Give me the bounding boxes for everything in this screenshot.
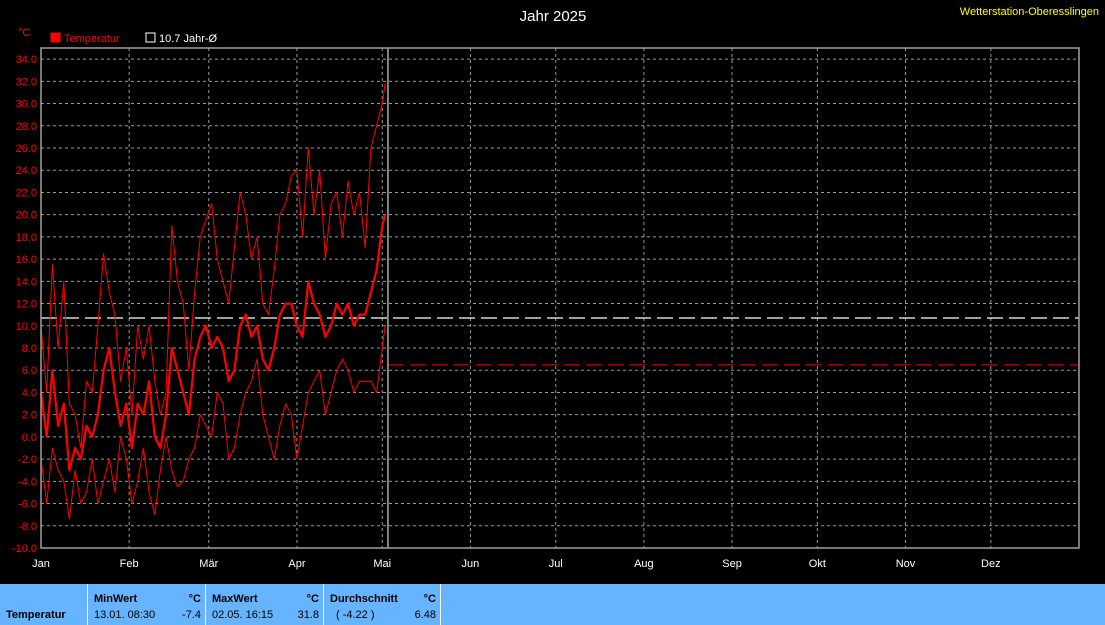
x-tick-label: Mai [373, 558, 391, 570]
x-tick-label: Mär [199, 558, 218, 570]
legend: Temperatur 10.7 Jahr-Ø [50, 32, 218, 45]
series-line-max [40, 83, 386, 449]
stats-row-label-cell: Temperatur [0, 584, 88, 625]
legend-label-mean: 10.7 Jahr-Ø [159, 33, 218, 45]
stats-min-datetime: 13.01. 08:30 [94, 609, 156, 621]
y-tick-label: 30.0 [16, 99, 37, 111]
stats-min-value: -7.4 [182, 609, 201, 621]
y-tick-label: 2.0 [22, 410, 37, 422]
y-tick-label: 18.0 [16, 232, 37, 244]
y-tick-label: -2.0 [18, 454, 37, 466]
legend-label-temperature: Temperatur [64, 33, 120, 45]
y-tick-label: 0.0 [22, 432, 37, 444]
y-tick-label: 8.0 [22, 343, 37, 355]
stats-min-header: MinWert [94, 593, 138, 605]
stats-max-header: MaxWert [212, 593, 258, 605]
y-tick-label: 6.0 [22, 365, 37, 377]
stats-avg-cell: Durchschnitt °C ( -4.22 ) 6.48 [324, 584, 441, 625]
stats-row-label: Temperatur [6, 609, 66, 621]
legend-swatch-mean [145, 32, 156, 43]
y-tick-label: 34.0 [16, 54, 37, 66]
x-tick-label: Okt [809, 558, 826, 570]
x-tick-label: Aug [634, 558, 654, 570]
y-tick-label: 22.0 [16, 187, 37, 199]
x-tick-label: Jan [32, 558, 50, 570]
plot-frame [40, 47, 1080, 549]
x-tick-label: Jun [462, 558, 480, 570]
stats-max-datetime: 02.05. 16:15 [212, 609, 274, 621]
stats-max-unit: °C [306, 593, 319, 605]
y-tick-label: 32.0 [16, 76, 37, 88]
y-tick-label: -10.0 [12, 543, 37, 555]
y-tick-label: -4.0 [18, 476, 37, 488]
stats-avg-value: 6.48 [414, 609, 436, 621]
y-tick-label: 12.0 [16, 299, 37, 311]
y-tick-label: 16.0 [16, 254, 37, 266]
legend-swatch-temperature [50, 32, 61, 43]
y-tick-label: -8.0 [18, 521, 37, 533]
y-axis-unit: °C [18, 27, 30, 39]
series-line-mean [39, 214, 387, 472]
chart-title: Jahr 2025 [520, 8, 587, 25]
y-tick-label: 20.0 [16, 210, 37, 222]
stats-avg-header: Durchschnitt [330, 593, 398, 605]
series-line-min [40, 325, 386, 520]
stats-avg-deviation: ( -4.22 ) [336, 609, 375, 621]
stats-avg-unit: °C [423, 593, 436, 605]
stats-panel: Temperatur MinWert °C 13.01. 08:30 -7.4 … [0, 584, 1105, 625]
station-name: Wetterstation-Oberesslingen [960, 6, 1099, 18]
y-tick-label: -6.0 [18, 499, 37, 511]
y-tick-label: 28.0 [16, 121, 37, 133]
stats-max-value: 31.8 [297, 609, 319, 621]
x-tick-label: Nov [896, 558, 916, 570]
y-tick-label: 14.0 [16, 276, 37, 288]
temperature-chart: Jahr 2025 Wetterstation-Oberesslingen °C… [12, 6, 1099, 570]
y-tick-label: 10.0 [16, 321, 37, 333]
stats-min-unit: °C [188, 593, 201, 605]
x-tick-label: Feb [120, 558, 139, 570]
y-tick-label: 26.0 [16, 143, 37, 155]
x-tick-label: Jul [549, 558, 563, 570]
x-tick-label: Apr [288, 558, 305, 570]
x-tick-label: Sep [722, 558, 742, 570]
y-tick-label: 24.0 [16, 165, 37, 177]
stats-min-cell: MinWert °C 13.01. 08:30 -7.4 [88, 584, 206, 625]
x-tick-label: Dez [981, 558, 1001, 570]
y-tick-label: 4.0 [22, 387, 37, 399]
stats-max-cell: MaxWert °C 02.05. 16:15 31.8 [206, 584, 324, 625]
